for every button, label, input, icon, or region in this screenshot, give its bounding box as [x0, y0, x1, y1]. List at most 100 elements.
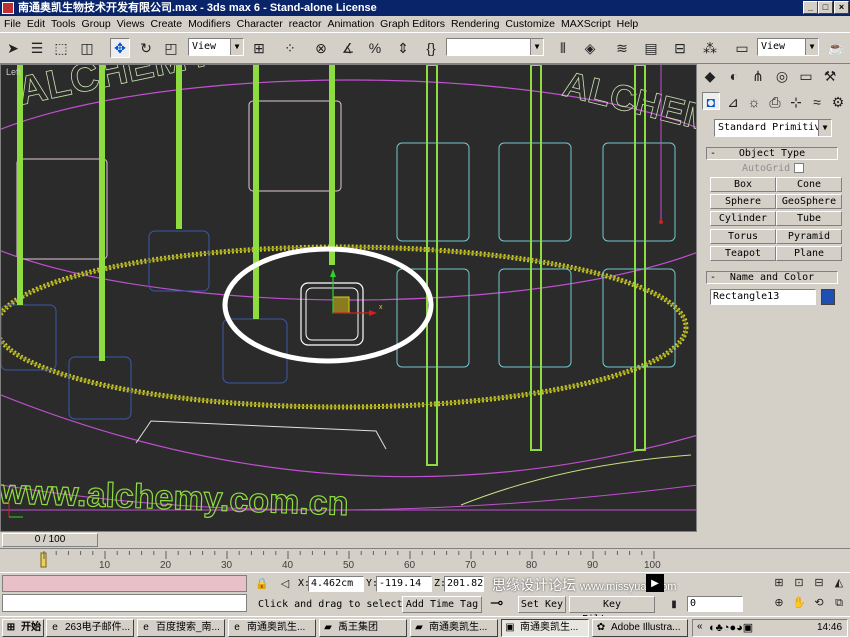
align-icon[interactable]: ◈ — [580, 38, 600, 58]
render-scene-icon[interactable]: ▭ — [732, 38, 752, 58]
pan-icon[interactable]: ✋ — [790, 593, 808, 611]
task-nantong-2[interactable]: ▰ 南通奥凯生... — [410, 619, 498, 637]
material-editor-icon[interactable]: ⁂ — [700, 38, 720, 58]
current-frame-field[interactable]: 0 — [687, 596, 743, 612]
rect-selection-icon[interactable]: ⬚ — [51, 38, 71, 58]
key-filters-button[interactable]: Key Filters... — [569, 596, 655, 625]
selected-rectangle[interactable] — [300, 282, 364, 346]
box-button[interactable]: Box — [710, 177, 776, 192]
spinner-snap-icon[interactable]: ⇕ — [393, 38, 413, 58]
curve-editor-icon[interactable]: ▤ — [641, 38, 661, 58]
mirror-icon[interactable]: ⫴ — [553, 38, 573, 58]
shapes-icon[interactable]: ⊿ — [724, 92, 742, 110]
lights-icon[interactable]: ☼ — [745, 92, 763, 110]
utilities-tab-icon[interactable]: ⚒ — [820, 66, 840, 86]
z-coordinate-field[interactable]: 201.82 — [444, 576, 484, 592]
named-selection-icon[interactable]: {} — [421, 38, 441, 58]
hierarchy-tab-icon[interactable]: ⋔ — [748, 66, 768, 86]
geosphere-button[interactable]: GeoSphere — [776, 194, 842, 209]
motion-tab-icon[interactable]: ◎ — [772, 66, 792, 86]
helpers-icon[interactable]: ⊹ — [787, 92, 805, 110]
maxscript-listener-white[interactable] — [2, 594, 247, 612]
menu-customize[interactable]: Customize — [505, 18, 555, 30]
tube-button[interactable]: Tube — [776, 211, 842, 226]
zoom-all-icon[interactable]: ⊞ — [770, 573, 788, 591]
schematic-view-icon[interactable]: ⊟ — [670, 38, 690, 58]
maximize-viewport-icon[interactable]: ⧉ — [830, 593, 848, 611]
lock-icon[interactable]: 🔒 — [254, 574, 270, 592]
angle-snap-icon[interactable]: ∡ — [338, 38, 358, 58]
object-name-field[interactable]: Rectangle13 — [710, 289, 816, 305]
menu-tools[interactable]: Tools — [51, 18, 76, 30]
tray-expand-icon[interactable]: « — [697, 621, 703, 632]
x-coordinate-field[interactable]: 4.462cm — [308, 576, 364, 592]
menu-file[interactable]: File — [4, 18, 21, 30]
object-type-rollout[interactable]: - Object Type — [706, 147, 838, 160]
snap-toggle-icon[interactable]: ⊗ — [311, 38, 331, 58]
select-rotate-icon[interactable]: ↻ — [136, 38, 156, 58]
task-baidu[interactable]: e 百度搜索_南... — [137, 619, 225, 637]
spacewarps-icon[interactable]: ≈ — [808, 92, 826, 110]
task-nantong-3dsmax[interactable]: ▣ 南通奥凯生... — [501, 619, 589, 637]
menu-animation[interactable]: Animation — [327, 18, 374, 30]
move-gizmo-plane[interactable] — [332, 296, 350, 314]
menu-graph-editors[interactable]: Graph Editors — [380, 18, 445, 30]
task-illustrator[interactable]: ✿ Adobe Illustra... — [592, 619, 688, 637]
minimize-button[interactable]: _ — [803, 1, 818, 14]
maximize-button[interactable]: □ — [818, 1, 833, 14]
zoom-extents-icon[interactable]: ⊡ — [790, 573, 808, 591]
start-button[interactable]: ⊞ 开始 — [2, 619, 44, 637]
menu-rendering[interactable]: Rendering — [451, 18, 499, 30]
geometry-icon[interactable]: ◘ — [702, 92, 720, 110]
select-object-icon[interactable]: ➤ — [3, 38, 23, 58]
time-config-icon[interactable]: ▮ — [666, 595, 682, 613]
sphere-button[interactable]: Sphere — [710, 194, 776, 209]
menu-views[interactable]: Views — [117, 18, 145, 30]
task-yuwang[interactable]: ▰ 禹王集团 — [319, 619, 407, 637]
percent-snap-icon[interactable]: % — [365, 38, 385, 58]
menu-create[interactable]: Create — [151, 18, 183, 30]
category-dropdown[interactable]: Standard Primitiv ▼ — [714, 119, 832, 137]
menu-character[interactable]: Character — [237, 18, 283, 30]
plane-button[interactable]: Plane — [776, 246, 842, 261]
time-slider-thumb[interactable]: 0 / 100 — [2, 533, 98, 547]
animate-icon[interactable]: ▶ — [646, 574, 664, 592]
zoom-extents-all-icon[interactable]: ⊟ — [810, 573, 828, 591]
select-move-icon[interactable]: ✥ — [110, 38, 130, 58]
cameras-icon[interactable]: ⎙ — [766, 92, 784, 110]
tray-icons[interactable]: ◐♣◔●◕▣ — [709, 621, 753, 634]
add-time-tag-button[interactable]: Add Time Tag — [402, 596, 482, 613]
menu-modifiers[interactable]: Modifiers — [188, 18, 231, 30]
zoom-icon[interactable]: ⊕ — [770, 593, 788, 611]
set-key-button[interactable]: Set Key — [518, 596, 566, 613]
cone-button[interactable]: Cone — [776, 177, 842, 192]
select-scale-icon[interactable]: ◰ — [161, 38, 181, 58]
menu-help[interactable]: Help — [617, 18, 639, 30]
object-color-swatch[interactable] — [821, 289, 835, 305]
modify-tab-icon[interactable]: ◐ — [724, 66, 744, 86]
menu-reactor[interactable]: reactor — [289, 18, 322, 30]
select-by-name-icon[interactable]: ☰ — [27, 38, 47, 58]
quick-render-icon[interactable]: ☕ — [826, 38, 846, 58]
task-nantong-1[interactable]: e 南通奥凯生... — [228, 619, 316, 637]
pyramid-button[interactable]: Pyramid — [776, 229, 842, 244]
field-of-view-icon[interactable]: ◭ — [830, 573, 848, 591]
key-icon[interactable]: ⊸ — [490, 595, 514, 613]
viewport-canvas[interactable]: ALCHEMY ALCHEMY x www.alchemy.com.cn — [1, 65, 697, 532]
close-button[interactable]: × — [834, 1, 849, 14]
layer-manager-icon[interactable]: ≋ — [612, 38, 632, 58]
cylinder-button[interactable]: Cylinder — [710, 211, 776, 226]
track-bar[interactable]: 10 20 30 40 50 60 70 80 90 100 — [0, 548, 850, 572]
systems-icon[interactable]: ⚙ — [829, 92, 847, 110]
window-crossing-icon[interactable]: ◫ — [77, 38, 97, 58]
display-tab-icon[interactable]: ▭ — [796, 66, 816, 86]
reference-coordinate-dropdown[interactable]: View ▼ — [188, 38, 244, 56]
arc-rotate-icon[interactable]: ⟲ — [810, 593, 828, 611]
menu-maxscript[interactable]: MAXScript — [561, 18, 611, 30]
create-tab-icon[interactable]: ◆ — [700, 66, 720, 86]
torus-button[interactable]: Torus — [710, 229, 776, 244]
select-manipulate-icon[interactable]: ⁘ — [280, 38, 300, 58]
name-color-rollout[interactable]: - Name and Color — [706, 271, 838, 284]
teapot-button[interactable]: Teapot — [710, 246, 776, 261]
autogrid-checkbox[interactable] — [794, 163, 804, 173]
